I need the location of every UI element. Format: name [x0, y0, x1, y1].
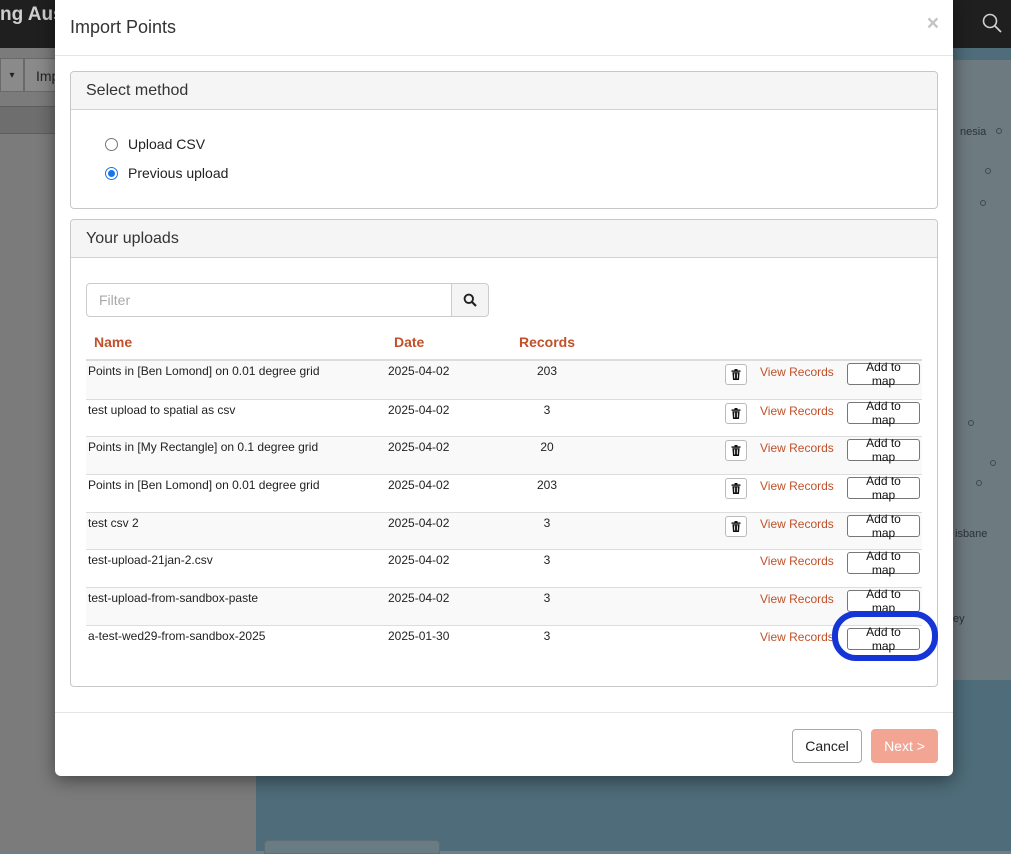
radio-label: Previous upload — [128, 165, 229, 181]
search-icon[interactable] — [981, 12, 1003, 34]
upload-records: 3 — [543, 515, 551, 530]
add-to-map-button[interactable]: Add to map — [847, 436, 920, 464]
delete-upload-button[interactable] — [725, 402, 747, 424]
add-to-map-button[interactable]: Add to map — [847, 549, 920, 577]
your-uploads-panel: Your uploads Name Date Records Points in… — [70, 219, 938, 687]
upload-name: test-upload-21jan-2.csv — [88, 553, 213, 568]
view-records-link[interactable]: View Records — [760, 479, 834, 493]
map-marker — [976, 480, 982, 486]
map-label: ey — [953, 613, 965, 625]
table-row: test-upload-21jan-2.csv 2025-04-02 3 View R… — [86, 549, 922, 587]
radio-label: Upload CSV — [128, 136, 206, 152]
add-to-map-button[interactable]: Add to map — [847, 360, 920, 388]
sidebar-strip — [0, 106, 60, 134]
toolbar-dropdown-button[interactable]: ▾ — [0, 58, 24, 92]
upload-records: 3 — [543, 553, 551, 568]
upload-name: Points in [Ben Lomond] on 0.01 degree gr… — [88, 364, 320, 378]
upload-name: Points in [Ben Lomond] on 0.01 degree gr… — [88, 478, 320, 493]
filter-group — [86, 283, 489, 317]
sidebar-toolbar: ▾ Imp — [0, 58, 60, 92]
modal-title: Import Points — [70, 17, 177, 37]
radio-circle-previous-upload[interactable] — [105, 166, 118, 180]
view-records-link[interactable]: View Records — [760, 554, 834, 568]
trash-icon — [731, 369, 741, 380]
upload-name: a-test-wed29-from-sandbox-2025 — [88, 628, 266, 643]
add-to-map-button[interactable]: Add to map — [847, 625, 920, 653]
panel-heading: Your uploads — [71, 220, 937, 258]
upload-records: 203 — [536, 478, 558, 493]
search-icon — [463, 293, 477, 307]
radio-circle-upload-csv[interactable] — [105, 137, 118, 151]
upload-date: 2025-04-02 — [388, 440, 450, 455]
modal-header: Import Points × — [55, 0, 953, 56]
upload-date: 2025-04-02 — [388, 478, 450, 493]
upload-name: Points in [My Rectangle] on 0.1 degree g… — [88, 440, 319, 455]
map-label: isbane — [955, 528, 988, 540]
column-header-date[interactable]: Date — [394, 334, 424, 350]
upload-date: 2025-01-30 — [388, 628, 450, 643]
upload-records: 3 — [543, 591, 551, 606]
panel-heading: Select method — [71, 72, 937, 110]
table-row: a-test-wed29-from-sandbox-2025 2025-01-30… — [86, 624, 922, 663]
view-records-link[interactable]: View Records — [760, 517, 834, 531]
uploads-table-header: Name Date Records — [86, 328, 922, 361]
trash-icon — [731, 483, 741, 495]
next-button[interactable]: Next > — [871, 729, 938, 763]
map-marker — [996, 128, 1002, 134]
map-marker — [990, 460, 996, 466]
add-to-map-button[interactable]: Add to map — [847, 399, 920, 427]
table-row: test-upload-from-sandbox-paste 2025-04-02… — [86, 587, 922, 625]
table-row: test upload to spatial as csv 2025-04-02 3… — [86, 398, 922, 437]
view-records-link[interactable]: View Records — [760, 365, 834, 379]
table-row: test csv 2 2025-04-02 3 View Records Add to … — [86, 511, 922, 550]
trash-icon — [731, 445, 741, 457]
add-to-map-button[interactable]: Add to map — [847, 512, 920, 540]
upload-date: 2025-04-02 — [388, 402, 450, 417]
add-to-map-button[interactable]: Add to map — [847, 474, 920, 502]
filter-search-button[interactable] — [451, 283, 489, 317]
upload-records: 20 — [540, 440, 554, 455]
view-records-link[interactable]: View Records — [760, 404, 834, 418]
trash-icon — [731, 407, 741, 419]
view-records-link[interactable]: View Records — [760, 441, 834, 455]
radio-upload-csv[interactable]: Upload CSV — [105, 133, 205, 155]
map-label: nesia — [960, 126, 987, 138]
map-marker — [985, 168, 991, 174]
delete-upload-button[interactable] — [725, 515, 747, 537]
upload-date: 2025-04-02 — [388, 515, 450, 530]
close-icon[interactable]: × — [927, 12, 939, 36]
filter-input[interactable] — [86, 283, 452, 317]
map-marker — [980, 200, 986, 206]
trash-icon — [731, 520, 741, 532]
delete-upload-button[interactable] — [725, 364, 747, 385]
table-row: Points in [Ben Lomond] on 0.01 degree gr… — [86, 474, 922, 512]
upload-date: 2025-04-02 — [388, 364, 450, 378]
delete-upload-button[interactable] — [725, 478, 747, 500]
upload-records: 203 — [536, 364, 558, 378]
upload-name: test csv 2 — [88, 515, 139, 530]
upload-date: 2025-04-02 — [388, 553, 450, 568]
select-method-panel: Select method Upload CSV Previous upload — [70, 71, 938, 209]
upload-name: test-upload-from-sandbox-paste — [88, 591, 259, 606]
cancel-button[interactable]: Cancel — [792, 729, 862, 763]
upload-name: test upload to spatial as csv — [88, 402, 236, 417]
map-marker — [968, 420, 974, 426]
view-records-link[interactable]: View Records — [760, 592, 834, 606]
map-landmass — [953, 60, 1011, 680]
upload-records: 3 — [543, 402, 551, 417]
modal-footer: Cancel Next > — [55, 712, 953, 776]
upload-records: 3 — [543, 628, 551, 643]
column-header-records[interactable]: Records — [519, 334, 575, 350]
table-row: Points in [My Rectangle] on 0.1 degree g… — [86, 436, 922, 475]
column-header-name[interactable]: Name — [94, 334, 132, 350]
import-points-modal: Import Points × Select method Upload CSV… — [55, 0, 953, 776]
uploads-table-body: Points in [Ben Lomond] on 0.01 degree gr… — [86, 360, 922, 663]
map-bottom-tab[interactable] — [264, 840, 440, 854]
add-to-map-button[interactable]: Add to map — [847, 587, 920, 615]
table-row: Points in [Ben Lomond] on 0.01 degree gr… — [86, 360, 922, 399]
upload-date: 2025-04-02 — [388, 591, 450, 606]
delete-upload-button[interactable] — [725, 440, 747, 462]
view-records-link[interactable]: View Records — [760, 630, 834, 644]
radio-previous-upload[interactable]: Previous upload — [105, 162, 228, 184]
